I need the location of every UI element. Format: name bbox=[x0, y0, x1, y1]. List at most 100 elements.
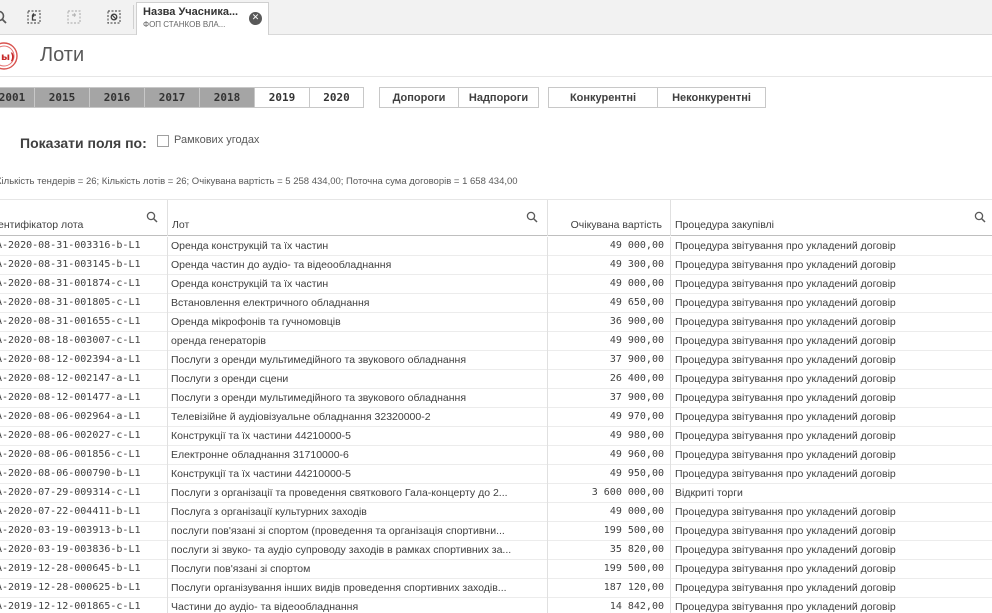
column-header-procedure[interactable]: Процедура закупівлі bbox=[671, 200, 992, 236]
cell-procedure[interactable]: Процедура звітування про укладений догов… bbox=[671, 579, 992, 598]
table-row[interactable]: A-2020-03-19-003913-b-L1 послуги пов'язан… bbox=[0, 522, 992, 541]
cell-lot-id[interactable]: A-2020-08-06-001856-c-L1 bbox=[0, 446, 168, 465]
cell-lot-id[interactable]: A-2020-08-31-001655-c-L1 bbox=[0, 313, 168, 332]
table-row[interactable]: A-2020-08-12-001477-a-L1 Послуги з оренди… bbox=[0, 389, 992, 408]
cell-lot-name[interactable]: Конструкції та їх частини 44210000-5 bbox=[168, 465, 548, 484]
cell-lot-name[interactable]: Послуги пов'язані зі спортом bbox=[168, 560, 548, 579]
step-forward-icon[interactable] bbox=[62, 6, 86, 28]
step-back-icon[interactable] bbox=[22, 6, 46, 28]
year-button-2019[interactable]: 2019 bbox=[254, 87, 310, 108]
cell-expected-value[interactable]: 35 820,00 bbox=[548, 541, 671, 560]
cell-procedure[interactable]: Відкриті торги bbox=[671, 484, 992, 503]
year-button-2016[interactable]: 2016 bbox=[89, 87, 145, 108]
table-row[interactable]: A-2020-08-12-002147-a-L1 Послуги з оренди… bbox=[0, 370, 992, 389]
cell-procedure[interactable]: Процедура звітування про укладений догов… bbox=[671, 313, 992, 332]
cell-expected-value[interactable]: 199 500,00 bbox=[548, 522, 671, 541]
cell-procedure[interactable]: Процедура звітування про укладений догов… bbox=[671, 237, 992, 256]
table-row[interactable]: A-2019-12-12-001865-c-L1 Частини до аудіо… bbox=[0, 598, 992, 613]
framework-agreements-label[interactable]: Рамкових угодах bbox=[174, 134, 259, 146]
cell-expected-value[interactable]: 49 000,00 bbox=[548, 275, 671, 294]
table-row[interactable]: A-2020-08-12-002394-a-L1 Послуги з оренди… bbox=[0, 351, 992, 370]
cell-procedure[interactable]: Процедура звітування про укладений догов… bbox=[671, 446, 992, 465]
cell-lot-name[interactable]: Оренда мікрофонів та гучномовців bbox=[168, 313, 548, 332]
cell-lot-name[interactable]: Телевізійне й аудіовізуальне обладнання … bbox=[168, 408, 548, 427]
table-row[interactable]: A-2020-08-06-001856-c-L1 Електронне облад… bbox=[0, 446, 992, 465]
cell-lot-id[interactable]: A-2020-07-22-004411-b-L1 bbox=[0, 503, 168, 522]
clear-selections-icon[interactable] bbox=[102, 6, 126, 28]
year-button-2017[interactable]: 2017 bbox=[144, 87, 200, 108]
above-threshold-button[interactable]: Надпороги bbox=[458, 87, 539, 108]
cell-lot-id[interactable]: A-2020-08-12-002394-a-L1 bbox=[0, 351, 168, 370]
cell-lot-id[interactable]: A-2020-03-19-003836-b-L1 bbox=[0, 541, 168, 560]
cell-lot-name[interactable]: Послуги з оренди мультимедійного та звук… bbox=[168, 351, 548, 370]
cell-lot-id[interactable]: A-2020-03-19-003913-b-L1 bbox=[0, 522, 168, 541]
cell-lot-id[interactable]: A-2020-08-31-003145-b-L1 bbox=[0, 256, 168, 275]
cell-procedure[interactable]: Процедура звітування про укладений догов… bbox=[671, 256, 992, 275]
cell-lot-name[interactable]: послуги пов'язані зі спортом (проведення… bbox=[168, 522, 548, 541]
cell-lot-id[interactable]: A-2019-12-28-000645-b-L1 bbox=[0, 560, 168, 579]
cell-lot-name[interactable]: Послуги з оренди мультимедійного та звук… bbox=[168, 389, 548, 408]
table-row[interactable]: A-2020-08-31-003145-b-L1 Оренда частин до… bbox=[0, 256, 992, 275]
cell-lot-name[interactable]: Послуги організування інших видів провед… bbox=[168, 579, 548, 598]
cell-expected-value[interactable]: 187 120,00 bbox=[548, 579, 671, 598]
cell-expected-value[interactable]: 26 400,00 bbox=[548, 370, 671, 389]
year-button-2020[interactable]: 2020 bbox=[309, 87, 364, 108]
cell-lot-name[interactable]: Оренда конструкцій та їх частин bbox=[168, 275, 548, 294]
cell-lot-name[interactable]: Електронне обладнання 31710000-6 bbox=[168, 446, 548, 465]
table-row[interactable]: A-2020-08-06-002964-a-L1 Телевізійне й ау… bbox=[0, 408, 992, 427]
cell-expected-value[interactable]: 49 950,00 bbox=[548, 465, 671, 484]
cell-expected-value[interactable]: 49 900,00 bbox=[548, 332, 671, 351]
cell-expected-value[interactable]: 49 980,00 bbox=[548, 427, 671, 446]
table-row[interactable]: A-2020-08-06-002027-c-L1 Конструкції та ї… bbox=[0, 427, 992, 446]
table-row[interactable]: A-2020-07-22-004411-b-L1 Послуга з органі… bbox=[0, 503, 992, 522]
cell-lot-id[interactable]: A-2020-08-06-002027-c-L1 bbox=[0, 427, 168, 446]
cell-procedure[interactable]: Процедура звітування про укладений догов… bbox=[671, 294, 992, 313]
cell-procedure[interactable]: Процедура звітування про укладений догов… bbox=[671, 598, 992, 613]
cell-procedure[interactable]: Процедура звітування про укладений догов… bbox=[671, 370, 992, 389]
cell-lot-id[interactable]: A-2020-07-29-009314-c-L1 bbox=[0, 484, 168, 503]
cell-procedure[interactable]: Процедура звітування про укладений догов… bbox=[671, 332, 992, 351]
cell-procedure[interactable]: Процедура звітування про укладений догов… bbox=[671, 408, 992, 427]
cell-lot-id[interactable]: A-2019-12-12-001865-c-L1 bbox=[0, 598, 168, 613]
cell-procedure[interactable]: Процедура звітування про укладений догов… bbox=[671, 560, 992, 579]
table-row[interactable]: A-2020-08-31-003316-b-L1 Оренда конструкц… bbox=[0, 237, 992, 256]
cell-expected-value[interactable]: 49 960,00 bbox=[548, 446, 671, 465]
year-button-2018[interactable]: 2018 bbox=[199, 87, 255, 108]
table-row[interactable]: A-2020-08-31-001655-c-L1 Оренда мікрофоні… bbox=[0, 313, 992, 332]
table-row[interactable]: A-2020-08-06-000790-b-L1 Конструкції та ї… bbox=[0, 465, 992, 484]
cell-procedure[interactable]: Процедура звітування про укладений догов… bbox=[671, 465, 992, 484]
cell-procedure[interactable]: Процедура звітування про укладений догов… bbox=[671, 275, 992, 294]
year-button-2015[interactable]: 2015 bbox=[34, 87, 90, 108]
cell-lot-id[interactable]: A-2019-12-28-000625-b-L1 bbox=[0, 579, 168, 598]
framework-agreements-checkbox[interactable] bbox=[157, 135, 169, 147]
table-row[interactable]: A-2020-08-31-001805-c-L1 Встановлення еле… bbox=[0, 294, 992, 313]
cell-procedure[interactable]: Процедура звітування про укладений догов… bbox=[671, 389, 992, 408]
table-row[interactable]: A-2020-07-29-009314-c-L1 Послуги з органі… bbox=[0, 484, 992, 503]
table-row[interactable]: A-2020-03-19-003836-b-L1 послуги зі звуко… bbox=[0, 541, 992, 560]
cell-lot-name[interactable]: оренда генераторів bbox=[168, 332, 548, 351]
cell-lot-name[interactable]: Встановлення електричного обладнання bbox=[168, 294, 548, 313]
cell-expected-value[interactable]: 49 970,00 bbox=[548, 408, 671, 427]
current-selection-tab[interactable]: Назва Учасника... ФОП СТАНКОВ ВЛА... ✕ bbox=[136, 2, 269, 35]
cell-expected-value[interactable]: 49 000,00 bbox=[548, 237, 671, 256]
cell-procedure[interactable]: Процедура звітування про укладений догов… bbox=[671, 522, 992, 541]
column-header-lot[interactable]: Лот bbox=[168, 200, 548, 236]
cell-lot-id[interactable]: A-2020-08-06-002964-a-L1 bbox=[0, 408, 168, 427]
cell-procedure[interactable]: Процедура звітування про укладений догов… bbox=[671, 351, 992, 370]
remove-selection-icon[interactable]: ✕ bbox=[249, 12, 262, 25]
noncompetitive-button[interactable]: Неконкурентні bbox=[657, 87, 766, 108]
cell-lot-id[interactable]: A-2020-08-12-002147-a-L1 bbox=[0, 370, 168, 389]
cell-lot-id[interactable]: A-2020-08-18-003007-c-L1 bbox=[0, 332, 168, 351]
cell-lot-id[interactable]: A-2020-08-31-001874-c-L1 bbox=[0, 275, 168, 294]
cell-procedure[interactable]: Процедура звітування про укладений догов… bbox=[671, 503, 992, 522]
column-search-icon[interactable] bbox=[146, 211, 158, 223]
table-row[interactable]: A-2020-08-31-001874-c-L1 Оренда конструкц… bbox=[0, 275, 992, 294]
year-button-2001[interactable]: 2001 bbox=[0, 87, 35, 108]
cell-lot-name[interactable]: послуги зі звуко- та аудіо супроводу зах… bbox=[168, 541, 548, 560]
table-row[interactable]: A-2019-12-28-000645-b-L1 Послуги пов'язан… bbox=[0, 560, 992, 579]
cell-expected-value[interactable]: 14 842,00 bbox=[548, 598, 671, 613]
below-threshold-button[interactable]: Допороги bbox=[379, 87, 459, 108]
cell-expected-value[interactable]: 49 300,00 bbox=[548, 256, 671, 275]
table-row[interactable]: A-2020-08-18-003007-c-L1 оренда генератор… bbox=[0, 332, 992, 351]
table-row[interactable]: A-2019-12-28-000625-b-L1 Послуги організу… bbox=[0, 579, 992, 598]
